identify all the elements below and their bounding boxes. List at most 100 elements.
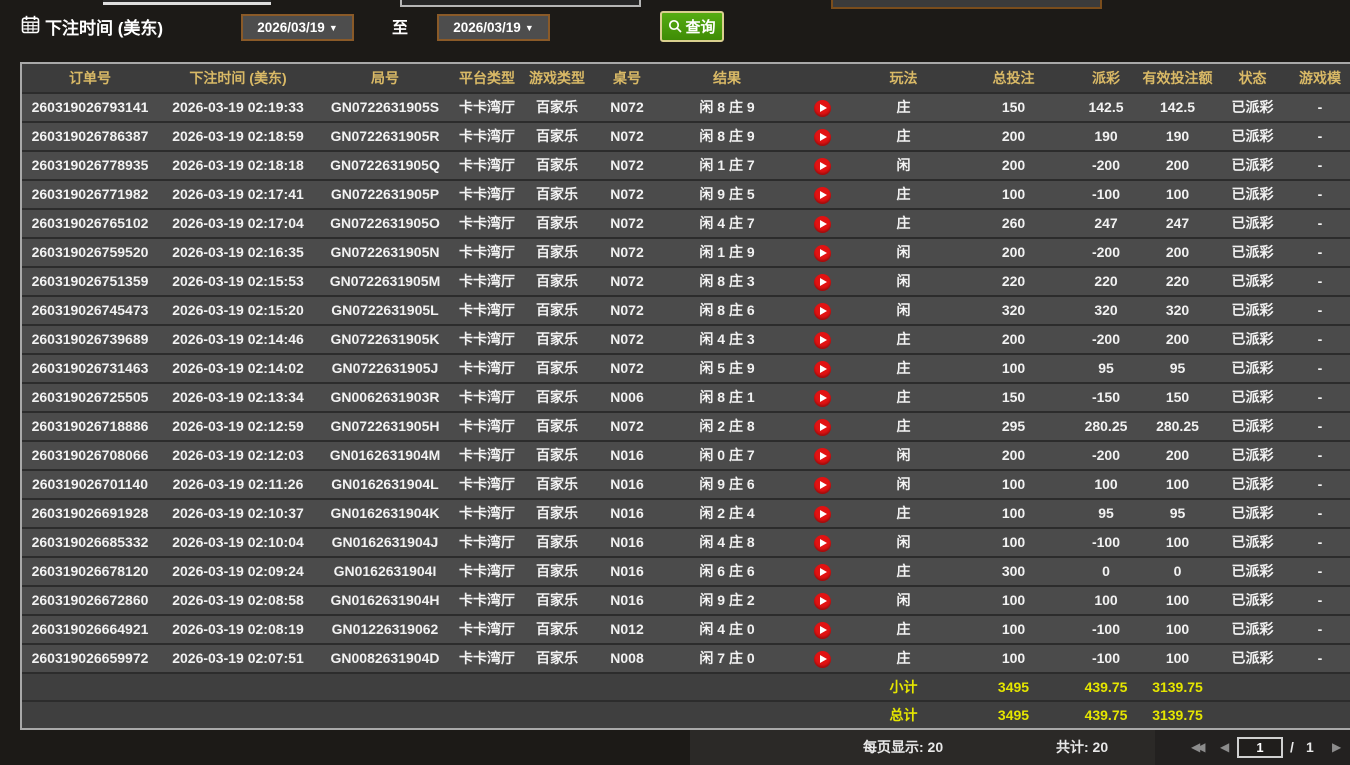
play-icon[interactable] [813,389,831,407]
order-number: 260319026672860 [22,585,158,614]
first-page-button[interactable]: ◀◀ [1191,730,1206,765]
grand-total-total-bet: 3495 [955,700,1072,728]
date-from-value: 2026/03/19 [257,20,325,35]
table-row: 260319026672860 2026-03-19 02:08:58 GN0162… [22,585,1350,614]
bet-time: 2026-03-19 02:15:20 [158,295,318,324]
play-icon-cell [792,92,852,121]
game-mode: - [1290,237,1350,266]
previous-page-button[interactable]: ◀ [1220,730,1229,765]
platform-type: 卡卡湾厅 [452,353,522,382]
next-page-button[interactable]: ▶ [1332,730,1341,765]
total-bet: 150 [955,92,1072,121]
game-mode: - [1290,469,1350,498]
column-header-9: 总投注 [955,64,1072,92]
game-type: 百家乐 [522,92,592,121]
table-number: N016 [592,527,662,556]
play-icon[interactable] [813,534,831,552]
table-row: 260319026793141 2026-03-19 02:19:33 GN0722… [22,92,1350,121]
subtotal-total-bet: 3495 [955,672,1072,700]
play-type: 庄 [852,324,955,353]
round-number: GN0722631905J [318,353,452,382]
game-mode: - [1290,614,1350,643]
play-icon[interactable] [813,186,831,204]
table-row: 260319026771982 2026-03-19 02:17:41 GN0722… [22,179,1350,208]
bet-time: 2026-03-19 02:07:51 [158,643,318,672]
play-icon[interactable] [813,128,831,146]
game-type: 百家乐 [522,121,592,150]
status: 已派彩 [1215,585,1290,614]
total-bet: 100 [955,527,1072,556]
payout: 100 [1072,585,1140,614]
play-type: 庄 [852,498,955,527]
play-icon[interactable] [813,215,831,233]
subtotal-spacer [22,672,852,700]
play-icon-cell [792,411,852,440]
bet-records-table-wrap: 订单号 下注时间 (美东) 局号 平台类型 游戏类型 桌号 结果 玩法 总投注 派彩 有效投注额 状态… [20,62,1350,730]
play-icon[interactable] [813,650,831,668]
column-header-13: 游戏模 [1290,64,1350,92]
play-icon[interactable] [813,592,831,610]
valid-bet: 200 [1140,150,1215,179]
play-type: 闲 [852,237,955,266]
order-number: 260319026691928 [22,498,158,527]
round-number: GN0162631904H [318,585,452,614]
round-number: GN0722631905K [318,324,452,353]
play-icon[interactable] [813,331,831,349]
payout: 142.5 [1072,92,1140,121]
play-icon-cell [792,353,852,382]
platform-type: 卡卡湾厅 [452,208,522,237]
order-number: 260319026701140 [22,469,158,498]
result: 闲 5 庄 9 [662,353,792,382]
table-row: 260319026718886 2026-03-19 02:12:59 GN0722… [22,411,1350,440]
order-number: 260319026793141 [22,92,158,121]
page-number-input[interactable] [1237,737,1283,758]
total-bet: 300 [955,556,1072,585]
result: 闲 4 庄 7 [662,208,792,237]
play-icon[interactable] [813,360,831,378]
play-icon[interactable] [813,447,831,465]
date-to-value: 2026/03/19 [453,20,521,35]
platform-type: 卡卡湾厅 [452,382,522,411]
status: 已派彩 [1215,266,1290,295]
calendar-icon [21,15,40,34]
date-from-picker[interactable]: 2026/03/19 ▼ [241,14,354,41]
round-number: GN0722631905Q [318,150,452,179]
play-icon[interactable] [813,273,831,291]
play-icon-cell [792,150,852,179]
play-icon[interactable] [813,505,831,523]
valid-bet: 100 [1140,179,1215,208]
play-icon[interactable] [813,302,831,320]
total-bet: 295 [955,411,1072,440]
date-to-picker[interactable]: 2026/03/19 ▼ [437,14,550,41]
game-type: 百家乐 [522,440,592,469]
order-number: 260319026685332 [22,527,158,556]
play-icon[interactable] [813,563,831,581]
play-type: 庄 [852,614,955,643]
search-button[interactable]: 查询 [660,11,724,42]
table-number: N072 [592,121,662,150]
valid-bet: 100 [1140,527,1215,556]
platform-type: 卡卡湾厅 [452,237,522,266]
table-row: 260319026659972 2026-03-19 02:07:51 GN0082… [22,643,1350,672]
range-to-label: 至 [392,20,409,37]
game-mode: - [1290,353,1350,382]
table-number: N008 [592,643,662,672]
bet-time: 2026-03-19 02:12:59 [158,411,318,440]
play-type: 闲 [852,469,955,498]
play-icon[interactable] [813,244,831,262]
bet-time: 2026-03-19 02:14:46 [158,324,318,353]
round-number: GN0162631904K [318,498,452,527]
play-icon[interactable] [813,99,831,117]
play-icon[interactable] [813,621,831,639]
play-icon[interactable] [813,157,831,175]
table-number: N072 [592,411,662,440]
play-icon-cell [792,208,852,237]
play-icon[interactable] [813,476,831,494]
play-type: 庄 [852,179,955,208]
status: 已派彩 [1215,179,1290,208]
status: 已派彩 [1215,92,1290,121]
table-row: 260319026731463 2026-03-19 02:14:02 GN0722… [22,353,1350,382]
play-type: 闲 [852,440,955,469]
caret-down-icon: ▼ [328,22,338,33]
play-icon[interactable] [813,418,831,436]
